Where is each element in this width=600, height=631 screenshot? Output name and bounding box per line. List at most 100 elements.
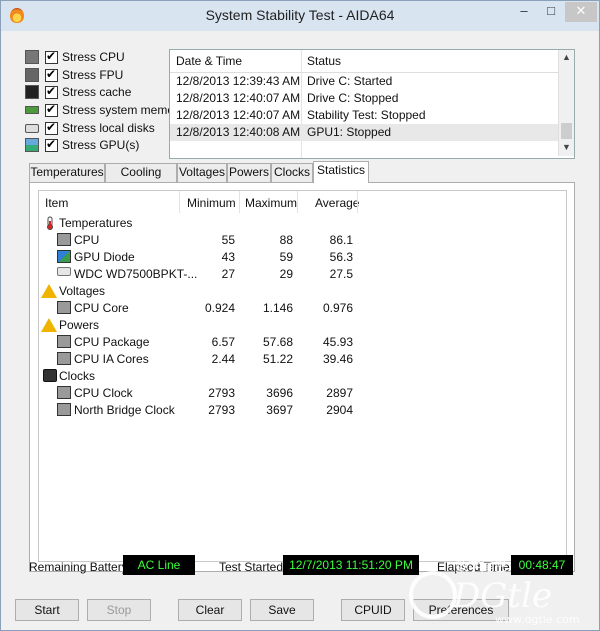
stress-gpu-label: Stress GPU(s) <box>62 138 140 152</box>
chip-icon <box>57 403 71 416</box>
scrollbar-thumb[interactable] <box>561 123 572 139</box>
value-average: 86.1 <box>329 233 353 247</box>
stress-disks-checkbox[interactable] <box>45 120 58 135</box>
table-row[interactable]: GPU Diode 43 59 56.3 <box>39 249 566 266</box>
log-row-selected[interactable]: 12/8/2013 12:40:08 AM GPU1: Stopped <box>170 124 558 141</box>
tab-temperatures[interactable]: Temperatures <box>29 163 105 182</box>
cpuid-button[interactable]: CPUID <box>341 599 405 621</box>
scroll-up-icon[interactable]: ▲ <box>562 52 571 62</box>
log-row[interactable]: 12/8/2013 12:40:07 AM Stability Test: St… <box>170 107 558 124</box>
group-row-powers[interactable]: Powers <box>39 317 566 334</box>
log-row[interactable]: 12/8/2013 12:39:43 AM Drive C: Started <box>170 73 558 90</box>
watermark-url-text: www.dgtle.com <box>495 613 580 626</box>
group-label: Temperatures <box>59 216 133 230</box>
group-label: Clocks <box>59 369 96 383</box>
log-header-status[interactable]: Status <box>307 54 341 68</box>
log-header-datetime[interactable]: Date & Time <box>176 54 242 68</box>
group-row-temperatures[interactable]: Temperatures <box>39 215 566 232</box>
item-label: GPU Diode <box>74 250 135 264</box>
start-button[interactable]: Start <box>15 599 79 621</box>
stress-cpu-option[interactable]: Stress CPU <box>25 48 125 66</box>
header-item[interactable]: Item <box>45 196 68 210</box>
stress-fpu-checkbox[interactable] <box>45 67 58 82</box>
stop-button[interactable]: Stop <box>87 599 151 621</box>
cache-icon <box>25 85 39 99</box>
stress-gpu-option[interactable]: Stress GPU(s) <box>25 136 139 154</box>
save-button[interactable]: Save <box>250 599 314 621</box>
tab-statistics[interactable]: Statistics <box>313 161 369 183</box>
table-row[interactable]: CPU Core 0.924 1.146 0.976 <box>39 300 566 317</box>
tab-clocks[interactable]: Clocks <box>271 163 313 182</box>
tab-cooling-fans[interactable]: Cooling Fans <box>105 163 177 196</box>
minimize-button[interactable]: – <box>511 2 537 22</box>
gpu-icon <box>57 250 71 263</box>
memory-icon <box>25 106 39 114</box>
gpu-icon <box>25 138 39 152</box>
header-divider <box>239 191 240 213</box>
item-label: CPU Clock <box>74 386 133 400</box>
log-row-status: Drive C: Stopped <box>307 91 399 105</box>
stress-fpu-option[interactable]: Stress FPU <box>25 66 123 84</box>
value-average: 2904 <box>326 403 353 417</box>
value-minimum: 27 <box>221 267 235 281</box>
maximize-button[interactable]: □ <box>538 2 564 22</box>
table-row[interactable]: WDC WD7500BPKT-... 27 29 27.5 <box>39 266 566 283</box>
table-row[interactable]: CPU Package 6.57 57.68 45.93 <box>39 334 566 351</box>
value-minimum: 55 <box>221 233 235 247</box>
group-row-clocks[interactable]: Clocks <box>39 368 566 385</box>
log-row[interactable]: 12/8/2013 12:40:07 AM Drive C: Stopped <box>170 90 558 107</box>
test-started-label: Test Started: <box>219 560 287 574</box>
warning-icon <box>41 318 57 332</box>
table-row[interactable]: CPU IA Cores 2.44 51.22 39.46 <box>39 351 566 368</box>
window-title: System Stability Test - AIDA64 <box>205 7 395 23</box>
stress-memory-label: Stress system memory <box>62 103 185 117</box>
group-label: Voltages <box>59 284 106 298</box>
title-bar[interactable]: System Stability Test - AIDA64 – □ ✕ <box>1 1 599 31</box>
stress-memory-checkbox[interactable] <box>45 102 58 117</box>
header-maximum[interactable]: Maximum <box>245 196 297 210</box>
item-label: CPU <box>74 233 100 247</box>
item-label: CPU IA Cores <box>74 352 149 366</box>
value-average: 45.93 <box>322 335 353 349</box>
scroll-down-icon[interactable]: ▼ <box>562 142 571 152</box>
stress-memory-option[interactable]: Stress system memory <box>25 101 184 119</box>
value-maximum: 3696 <box>266 386 293 400</box>
log-scrollbar[interactable]: ▲ ▼ <box>558 50 574 156</box>
chip-icon <box>57 352 71 365</box>
value-maximum: 88 <box>279 233 293 247</box>
stress-cache-option[interactable]: Stress cache <box>25 83 131 101</box>
statistics-panel: Item Minimum Maximum Average Temperature… <box>29 182 575 572</box>
value-maximum: 57.68 <box>262 335 293 349</box>
disk-icon <box>25 123 39 133</box>
value-average: 0.976 <box>322 301 353 315</box>
value-average: 39.46 <box>322 352 353 366</box>
table-row[interactable]: North Bridge Clock 2793 3697 2904 <box>39 402 566 419</box>
value-minimum: 2793 <box>208 403 235 417</box>
item-label: North Bridge Clock <box>74 403 175 417</box>
log-row-datetime: 12/8/2013 12:40:07 AM <box>176 91 301 105</box>
clear-button[interactable]: Clear <box>178 599 242 621</box>
header-average[interactable]: Average <box>315 196 359 210</box>
stress-cache-checkbox[interactable] <box>45 84 58 99</box>
warning-icon <box>41 284 57 298</box>
value-minimum: 0.924 <box>204 301 235 315</box>
statistics-table[interactable]: Item Minimum Maximum Average Temperature… <box>38 190 567 562</box>
status-log[interactable]: Date & Time Status 12/8/2013 12:39:43 AM… <box>169 49 575 159</box>
group-row-voltages[interactable]: Voltages <box>39 283 566 300</box>
header-divider <box>357 191 358 213</box>
table-row[interactable]: CPU 55 88 86.1 <box>39 232 566 249</box>
stress-cpu-checkbox[interactable] <box>45 49 58 64</box>
remaining-battery-value: AC Line <box>123 555 195 575</box>
tab-powers[interactable]: Powers <box>227 163 271 182</box>
tab-voltages[interactable]: Voltages <box>177 163 227 182</box>
log-row-datetime: 12/8/2013 12:40:08 AM <box>176 125 301 139</box>
header-minimum[interactable]: Minimum <box>187 196 236 210</box>
stress-gpu-checkbox[interactable] <box>45 137 58 152</box>
chip-icon <box>57 386 71 399</box>
statistics-header: Item Minimum Maximum Average <box>39 191 566 213</box>
table-row[interactable]: CPU Clock 2793 3696 2897 <box>39 385 566 402</box>
remaining-battery-label: Remaining Battery: <box>29 560 132 574</box>
fpu-icon <box>25 68 39 82</box>
close-button[interactable]: ✕ <box>565 2 597 22</box>
stress-disks-option[interactable]: Stress local disks <box>25 119 155 137</box>
